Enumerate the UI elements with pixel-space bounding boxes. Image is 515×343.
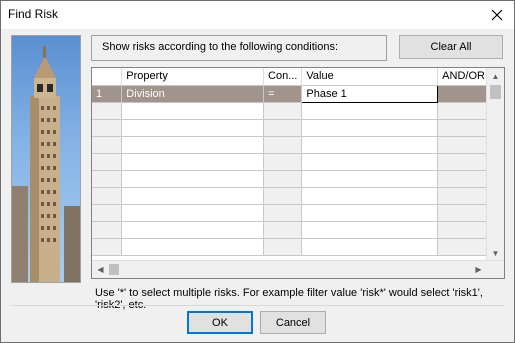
table-row[interactable] bbox=[92, 238, 504, 256]
wildcard-hint: Use '*' to select multiple risks. For ex… bbox=[95, 287, 483, 311]
grid-header-row: Property Con... Value AND/OR bbox=[92, 68, 504, 86]
value-cell[interactable] bbox=[301, 170, 439, 188]
table-row[interactable] bbox=[92, 170, 504, 188]
condition-cell[interactable] bbox=[263, 238, 303, 256]
property-cell[interactable] bbox=[121, 238, 265, 256]
value-input[interactable]: Phase 1 bbox=[301, 84, 439, 103]
table-row[interactable] bbox=[92, 153, 504, 171]
conditions-label-box: Show risks according to the following co… bbox=[91, 35, 387, 61]
row-number[interactable]: 1 bbox=[92, 85, 123, 103]
row-number[interactable] bbox=[92, 136, 123, 154]
condition-cell[interactable] bbox=[263, 204, 303, 222]
clear-all-button[interactable]: Clear All bbox=[399, 35, 503, 59]
condition-cell[interactable]: = bbox=[263, 85, 303, 103]
column-header-property[interactable]: Property bbox=[121, 68, 265, 86]
value-cell[interactable] bbox=[301, 238, 439, 256]
vertical-scroll-thumb[interactable] bbox=[490, 85, 501, 99]
row-number[interactable] bbox=[92, 119, 123, 137]
find-risk-dialog: Find Risk Show risks according to the fo… bbox=[0, 0, 515, 343]
condition-cell[interactable] bbox=[263, 136, 303, 154]
cancel-button[interactable]: Cancel bbox=[260, 311, 326, 334]
condition-cell[interactable] bbox=[263, 102, 303, 120]
property-cell[interactable] bbox=[121, 102, 265, 120]
column-header-value[interactable]: Value bbox=[301, 68, 439, 86]
table-row[interactable] bbox=[92, 119, 504, 137]
conditions-label: Show risks according to the following co… bbox=[102, 41, 339, 53]
horizontal-scroll-thumb[interactable] bbox=[109, 264, 119, 275]
window-title: Find Risk bbox=[8, 7, 59, 21]
condition-cell[interactable] bbox=[263, 170, 303, 188]
row-number[interactable] bbox=[92, 153, 123, 171]
value-cell[interactable] bbox=[301, 102, 439, 120]
vertical-scrollbar[interactable]: ▲ ▼ bbox=[486, 68, 504, 262]
condition-cell[interactable] bbox=[263, 221, 303, 239]
row-number[interactable] bbox=[92, 102, 123, 120]
table-row[interactable] bbox=[92, 136, 504, 154]
condition-cell[interactable] bbox=[263, 153, 303, 171]
table-row[interactable]: 1 Division = Phase 1 bbox=[92, 84, 504, 103]
property-cell[interactable] bbox=[121, 136, 265, 154]
title-bar: Find Risk bbox=[1, 1, 514, 29]
property-cell[interactable] bbox=[121, 204, 265, 222]
condition-cell[interactable] bbox=[263, 187, 303, 205]
scroll-up-icon[interactable]: ▲ bbox=[487, 68, 504, 85]
table-row[interactable] bbox=[92, 204, 504, 222]
property-cell[interactable] bbox=[121, 187, 265, 205]
divider bbox=[11, 305, 505, 306]
row-number[interactable] bbox=[92, 187, 123, 205]
close-icon[interactable] bbox=[480, 1, 514, 29]
property-cell[interactable] bbox=[121, 170, 265, 188]
ok-button[interactable]: OK bbox=[187, 311, 253, 334]
scroll-right-icon[interactable]: ▶ bbox=[470, 261, 487, 278]
condition-cell[interactable] bbox=[263, 119, 303, 137]
property-cell[interactable] bbox=[121, 119, 265, 137]
row-number[interactable] bbox=[92, 238, 123, 256]
horizontal-scrollbar[interactable]: ◀ ▶ bbox=[92, 260, 504, 278]
value-cell[interactable] bbox=[301, 153, 439, 171]
building-image bbox=[11, 35, 81, 283]
conditions-grid: Property Con... Value AND/OR 1 Division … bbox=[91, 67, 505, 279]
table-row[interactable] bbox=[92, 102, 504, 120]
table-row[interactable] bbox=[92, 187, 504, 205]
value-cell[interactable] bbox=[301, 187, 439, 205]
grid-corner bbox=[92, 68, 123, 86]
row-number[interactable] bbox=[92, 221, 123, 239]
scroll-left-icon[interactable]: ◀ bbox=[92, 261, 109, 278]
row-number[interactable] bbox=[92, 170, 123, 188]
property-cell[interactable]: Division bbox=[121, 85, 265, 103]
value-cell[interactable] bbox=[301, 136, 439, 154]
table-row[interactable] bbox=[92, 221, 504, 239]
value-cell[interactable] bbox=[301, 119, 439, 137]
value-cell[interactable] bbox=[301, 204, 439, 222]
column-header-condition[interactable]: Con... bbox=[263, 68, 303, 86]
property-cell[interactable] bbox=[121, 221, 265, 239]
value-cell[interactable] bbox=[301, 221, 439, 239]
row-number[interactable] bbox=[92, 204, 123, 222]
property-cell[interactable] bbox=[121, 153, 265, 171]
